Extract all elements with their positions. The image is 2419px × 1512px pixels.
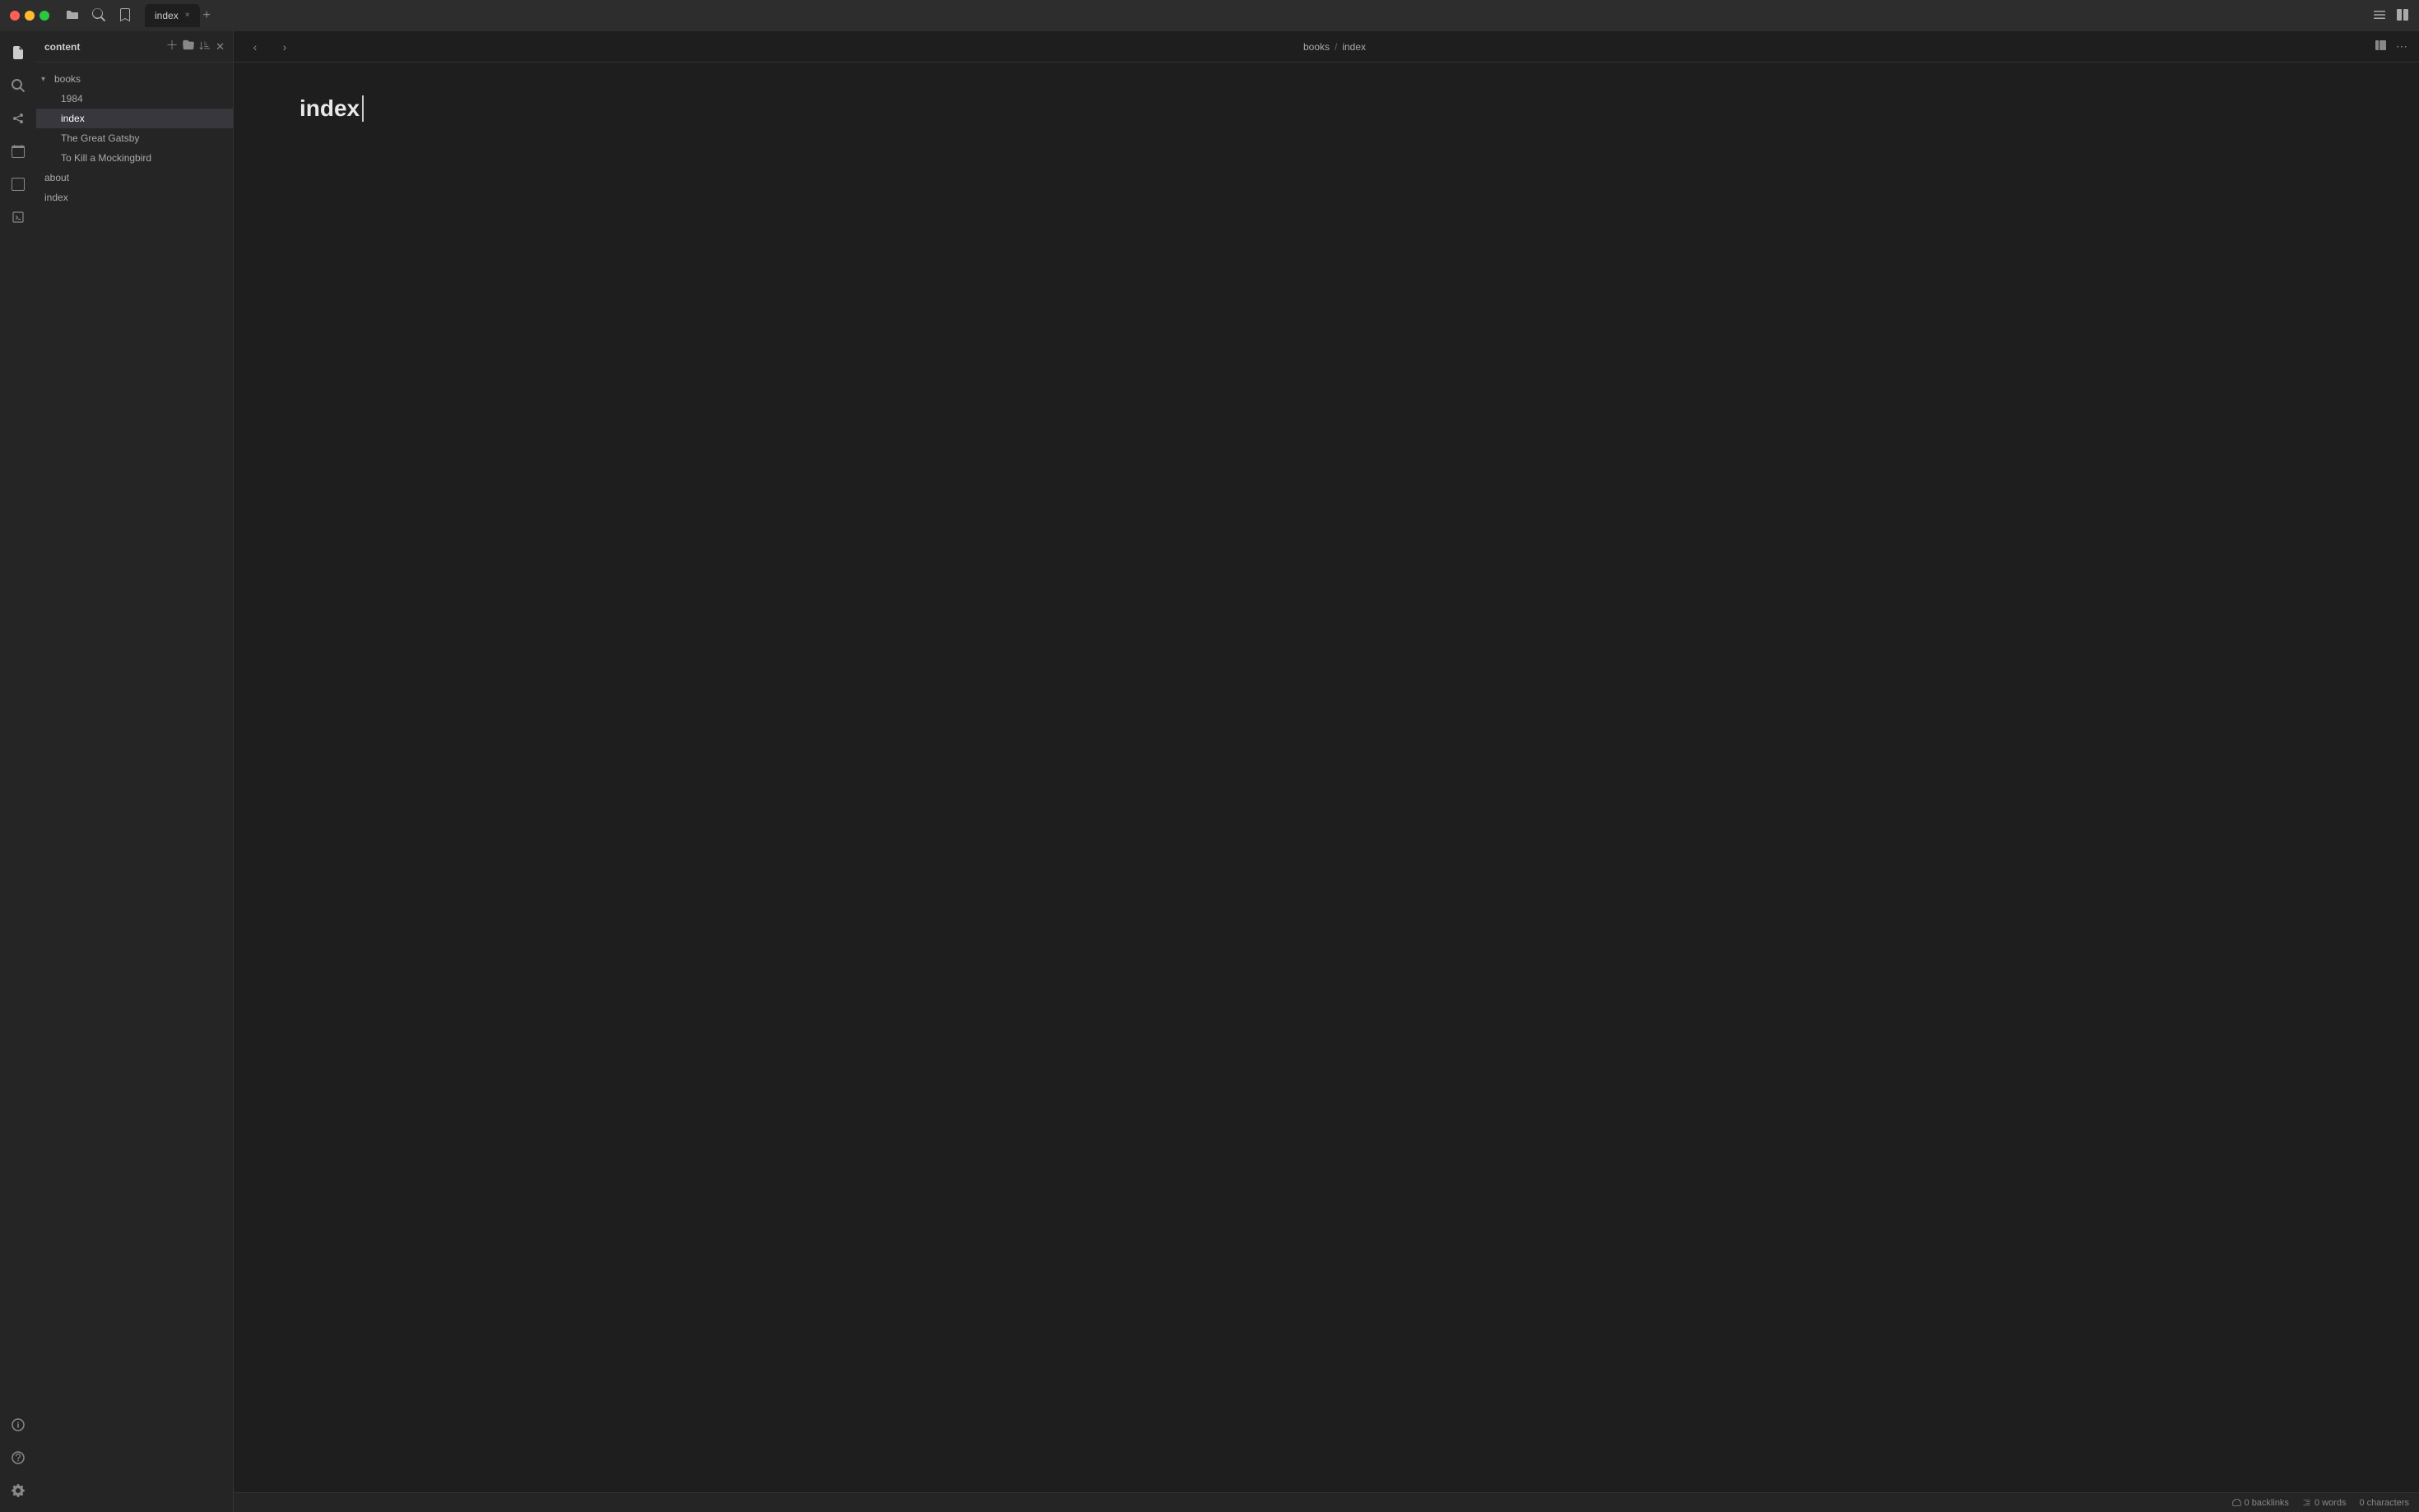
words-count: 0 words [2315, 1498, 2347, 1508]
tabs-area: index × + [145, 4, 2366, 27]
sidebar: content ✕ ▾ books 1984 index [36, 31, 234, 1512]
close-button[interactable] [10, 11, 20, 21]
tab-close-icon[interactable]: × [185, 12, 190, 20]
folder-arrow-icon: ▾ [41, 75, 51, 84]
sort-icon[interactable] [199, 39, 211, 53]
back-button[interactable]: ‹ [245, 37, 265, 57]
editor-title-text: index [299, 95, 360, 122]
editor-toolbar-right: ⋯ [2375, 39, 2407, 54]
sidebar-item-index-root[interactable]: index [36, 188, 233, 207]
close-sidebar-icon[interactable]: ✕ [216, 40, 225, 53]
breadcrumb-books: books [1303, 41, 1330, 53]
activity-bar-top [3, 38, 33, 1407]
new-folder-icon[interactable] [183, 39, 194, 53]
info-icon[interactable] [3, 1410, 33, 1440]
editor-toolbar: ‹ › books / index ⋯ [234, 31, 2419, 63]
sidebar-item-1984[interactable]: 1984 [36, 89, 233, 109]
backlinks-status: 0 backlinks [2232, 1498, 2289, 1508]
maximize-button[interactable] [39, 11, 49, 21]
sidebar-item-mockingbird[interactable]: To Kill a Mockingbird [36, 148, 233, 168]
breadcrumb-index: index [1342, 41, 1366, 53]
new-tab-button[interactable]: + [203, 8, 211, 23]
backlinks-count: 0 backlinks [2245, 1498, 2289, 1508]
sidebar-item-great-gatsby-label: The Great Gatsby [61, 132, 139, 144]
tab-label: index [155, 10, 179, 21]
folder-icon[interactable] [66, 8, 79, 24]
editor-content[interactable]: index [234, 63, 2419, 1492]
breadcrumb: books / index [304, 41, 2365, 53]
terminal-icon[interactable] [3, 202, 33, 232]
traffic-lights [10, 11, 49, 21]
title-bar-icons [66, 8, 132, 24]
activity-bar-bottom [3, 1410, 33, 1505]
sidebar-item-books-label: books [54, 73, 81, 85]
sidebar-item-great-gatsby[interactable]: The Great Gatsby [36, 128, 233, 148]
help-icon[interactable] [3, 1443, 33, 1473]
pages-icon[interactable] [3, 169, 33, 199]
sidebar-item-books[interactable]: ▾ books [36, 69, 233, 89]
sidebar-toggle-icon[interactable] [2373, 8, 2386, 24]
characters-count: 0 characters [2359, 1498, 2409, 1508]
search-icon[interactable] [92, 8, 105, 24]
editor-area: ‹ › books / index ⋯ index 0 backli [234, 31, 2419, 1512]
main-layout: content ✕ ▾ books 1984 index [0, 31, 2419, 1512]
sidebar-content: ▾ books 1984 index The Great Gatsby To K… [36, 63, 233, 214]
sidebar-item-about[interactable]: about [36, 168, 233, 188]
title-bar-right [2373, 8, 2409, 24]
sidebar-header: content ✕ [36, 31, 233, 63]
sidebar-item-index-label: index [61, 113, 85, 124]
editor-title: index [299, 95, 2353, 122]
breadcrumb-sep: / [1335, 41, 1337, 53]
minimize-button[interactable] [25, 11, 35, 21]
status-bar: 0 backlinks 0 words 0 characters [234, 1492, 2419, 1512]
sidebar-item-about-label: about [44, 172, 69, 183]
sidebar-item-index-root-label: index [44, 192, 68, 203]
sidebar-title: content [44, 41, 161, 53]
layout-icon[interactable] [2396, 8, 2409, 24]
text-cursor [362, 95, 364, 122]
reader-view-icon[interactable] [2375, 39, 2388, 54]
search-sidebar-icon[interactable] [3, 71, 33, 100]
words-status: 0 words [2302, 1498, 2347, 1508]
characters-status: 0 characters [2359, 1498, 2409, 1508]
sidebar-item-1984-label: 1984 [61, 93, 83, 104]
activity-bar [0, 31, 36, 1512]
settings-icon[interactable] [3, 1476, 33, 1505]
sidebar-item-mockingbird-label: To Kill a Mockingbird [61, 152, 151, 164]
bookmark-icon[interactable] [118, 8, 132, 24]
calendar-icon[interactable] [3, 137, 33, 166]
graph-icon[interactable] [3, 104, 33, 133]
more-options-icon[interactable]: ⋯ [2396, 39, 2407, 53]
files-icon[interactable] [3, 38, 33, 67]
title-bar: index × + [0, 0, 2419, 31]
sidebar-item-index-books[interactable]: index [36, 109, 233, 128]
forward-button[interactable]: › [275, 37, 295, 57]
new-file-icon[interactable] [166, 39, 178, 53]
tab-index[interactable]: index × [145, 4, 200, 27]
